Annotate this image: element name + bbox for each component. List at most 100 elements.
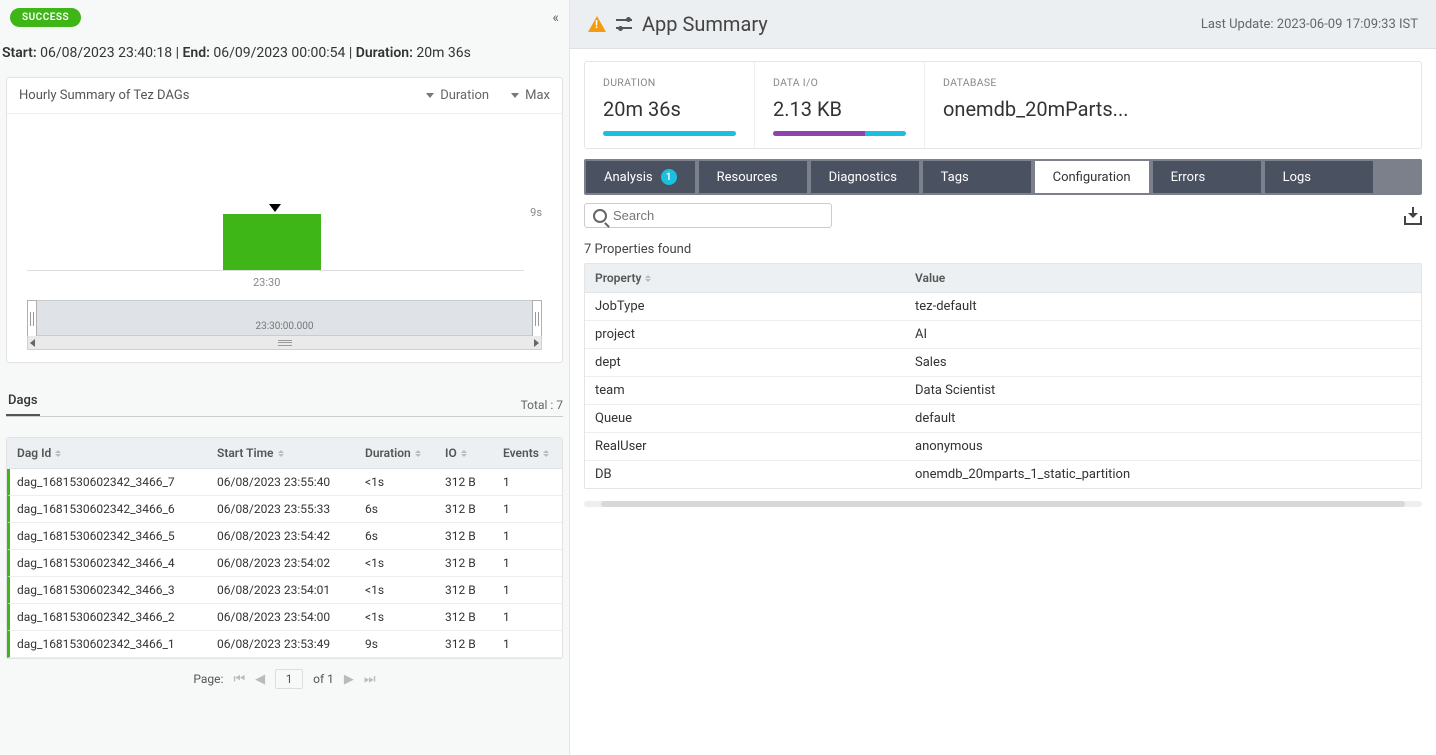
table-row[interactable]: dag_1681530602342_3466_306/08/2023 23:54… — [7, 577, 562, 604]
pager-label: Page: — [193, 672, 223, 686]
table-row[interactable]: DBonemdb_20mparts_1_static_partition — [585, 461, 1421, 488]
dags-total: Total : 7 — [521, 398, 563, 416]
table-row[interactable]: RealUseranonymous — [585, 433, 1421, 461]
duration-value: 20m 36s — [416, 45, 470, 61]
table-row[interactable]: dag_1681530602342_3466_206/08/2023 23:54… — [7, 604, 562, 631]
chart-x-label: 23:30 — [253, 276, 280, 289]
cell-value: default — [905, 405, 1421, 432]
cell-io: 312 B — [438, 469, 496, 495]
cell-io: 312 B — [438, 523, 496, 549]
cell-events: 1 — [496, 604, 554, 630]
cell-value: onemdb_20mparts_1_static_partition — [905, 461, 1421, 488]
props-thead: Property Value — [585, 264, 1421, 293]
dags-thead: Dag Id Start Time Duration IO — [7, 438, 562, 469]
table-row[interactable]: dag_1681530602342_3466_406/08/2023 23:54… — [7, 550, 562, 577]
tab-errors[interactable]: Errors — [1153, 161, 1261, 193]
cell-dag-id: dag_1681530602342_3466_6 — [10, 496, 210, 522]
metric-bar — [773, 131, 906, 136]
table-row[interactable]: dag_1681530602342_3466_606/08/2023 23:55… — [7, 496, 562, 523]
time-scrubber: 23:30:00.000 — [27, 300, 542, 350]
dags-body: dag_1681530602342_3466_706/08/2023 23:55… — [7, 469, 562, 658]
warning-icon — [588, 16, 606, 32]
cell-start-time: 06/08/2023 23:53:49 — [210, 631, 358, 657]
scroll-right-icon[interactable] — [534, 339, 539, 347]
search-input[interactable] — [613, 208, 823, 223]
chevron-down-icon — [511, 93, 519, 98]
table-row[interactable]: Queuedefault — [585, 405, 1421, 433]
duration-label: Duration: — [356, 45, 413, 61]
pager-current[interactable]: 1 — [275, 669, 303, 689]
cell-events: 1 — [496, 577, 554, 603]
chart-bar[interactable] — [223, 214, 321, 270]
cell-duration: 9s — [358, 631, 438, 657]
col-header-value[interactable]: Value — [905, 264, 1421, 292]
table-row[interactable]: deptSales — [585, 349, 1421, 377]
scrollbar-thumb[interactable] — [601, 501, 1405, 507]
scrubber-scrollbar[interactable] — [27, 336, 542, 350]
pager: Page: ⏮ ◀ 1 of 1 ▶ ⏭ — [6, 659, 563, 693]
metric-dropdown[interactable]: Duration — [426, 88, 489, 103]
scrubber-handle-right[interactable] — [532, 300, 542, 338]
col-header-duration[interactable]: Duration — [355, 438, 435, 468]
pager-next-button[interactable]: ▶ — [344, 672, 354, 687]
metric-value: onemdb_20mParts... — [943, 97, 1129, 121]
pager-last-button[interactable]: ⏭ — [364, 672, 376, 687]
cell-property: dept — [585, 349, 905, 376]
download-button[interactable] — [1404, 207, 1422, 225]
start-value: 06/08/2023 23:40:18 — [40, 45, 172, 61]
sort-icon — [415, 450, 421, 457]
cell-io: 312 B — [438, 604, 496, 630]
cell-dag-id: dag_1681530602342_3466_3 — [10, 577, 210, 603]
cell-property: JobType — [585, 293, 905, 320]
cell-property: RealUser — [585, 433, 905, 460]
scroll-grip-icon[interactable] — [278, 340, 292, 346]
horizontal-scrollbar[interactable] — [584, 501, 1422, 507]
metric-label: DURATION — [603, 76, 736, 89]
col-header-dag-id[interactable]: Dag Id — [7, 438, 207, 468]
chart-y-label: 9s — [530, 206, 542, 219]
tab-analysis[interactable]: Analysis1 — [586, 161, 695, 193]
left-panel: SUCCESS « Start: 06/08/2023 23:40:18 | E… — [0, 0, 570, 755]
cell-dag-id: dag_1681530602342_3466_7 — [10, 469, 210, 495]
dags-tabline: Dags Total : 7 — [6, 387, 563, 417]
tab-resources[interactable]: Resources — [699, 161, 807, 193]
cell-start-time: 06/08/2023 23:54:42 — [210, 523, 358, 549]
cell-duration: <1s — [358, 550, 438, 576]
table-row[interactable]: dag_1681530602342_3466_706/08/2023 23:55… — [7, 469, 562, 496]
col-header-events[interactable]: Events — [493, 438, 551, 468]
chart-body[interactable]: 23:30 9s — [7, 114, 562, 300]
tab-tags[interactable]: Tags — [923, 161, 1031, 193]
tab-diagnostics[interactable]: Diagnostics — [811, 161, 919, 193]
search-box[interactable] — [584, 203, 832, 228]
table-row[interactable]: teamData Scientist — [585, 377, 1421, 405]
tab-logs[interactable]: Logs — [1265, 161, 1373, 193]
tab-configuration[interactable]: Configuration — [1035, 161, 1149, 193]
col-header-start-time[interactable]: Start Time — [207, 438, 355, 468]
collapse-left-button[interactable]: « — [552, 10, 559, 26]
metric: DATABASEonemdb_20mParts... — [925, 62, 1147, 148]
scroll-left-icon[interactable] — [30, 339, 35, 347]
table-row[interactable]: JobTypetez-default — [585, 293, 1421, 321]
pager-first-button[interactable]: ⏮ — [233, 672, 245, 687]
pager-prev-button[interactable]: ◀ — [255, 672, 265, 687]
sliders-icon[interactable] — [616, 16, 632, 32]
cell-io: 312 B — [438, 550, 496, 576]
cell-io: 312 B — [438, 496, 496, 522]
properties-count: 7 Properties found — [584, 242, 1422, 257]
agg-dropdown[interactable]: Max — [511, 88, 550, 103]
last-update-label: Last Update: 2023-06-09 17:09:33 IST — [1201, 17, 1418, 32]
right-header: App Summary Last Update: 2023-06-09 17:0… — [570, 0, 1436, 49]
cell-dag-id: dag_1681530602342_3466_2 — [10, 604, 210, 630]
scrubber-track[interactable]: 23:30:00.000 — [27, 300, 542, 336]
scrubber-handle-left[interactable] — [27, 300, 37, 338]
dags-tab[interactable]: Dags — [6, 387, 40, 416]
table-row[interactable]: dag_1681530602342_3466_506/08/2023 23:54… — [7, 523, 562, 550]
cell-property: Queue — [585, 405, 905, 432]
table-row[interactable]: dag_1681530602342_3466_106/08/2023 23:53… — [7, 631, 562, 658]
col-header-property[interactable]: Property — [585, 264, 905, 292]
cell-start-time: 06/08/2023 23:54:02 — [210, 550, 358, 576]
right-panel: App Summary Last Update: 2023-06-09 17:0… — [570, 0, 1436, 755]
table-row[interactable]: projectAI — [585, 321, 1421, 349]
tab-label: Errors — [1171, 170, 1206, 185]
col-header-io[interactable]: IO — [435, 438, 493, 468]
